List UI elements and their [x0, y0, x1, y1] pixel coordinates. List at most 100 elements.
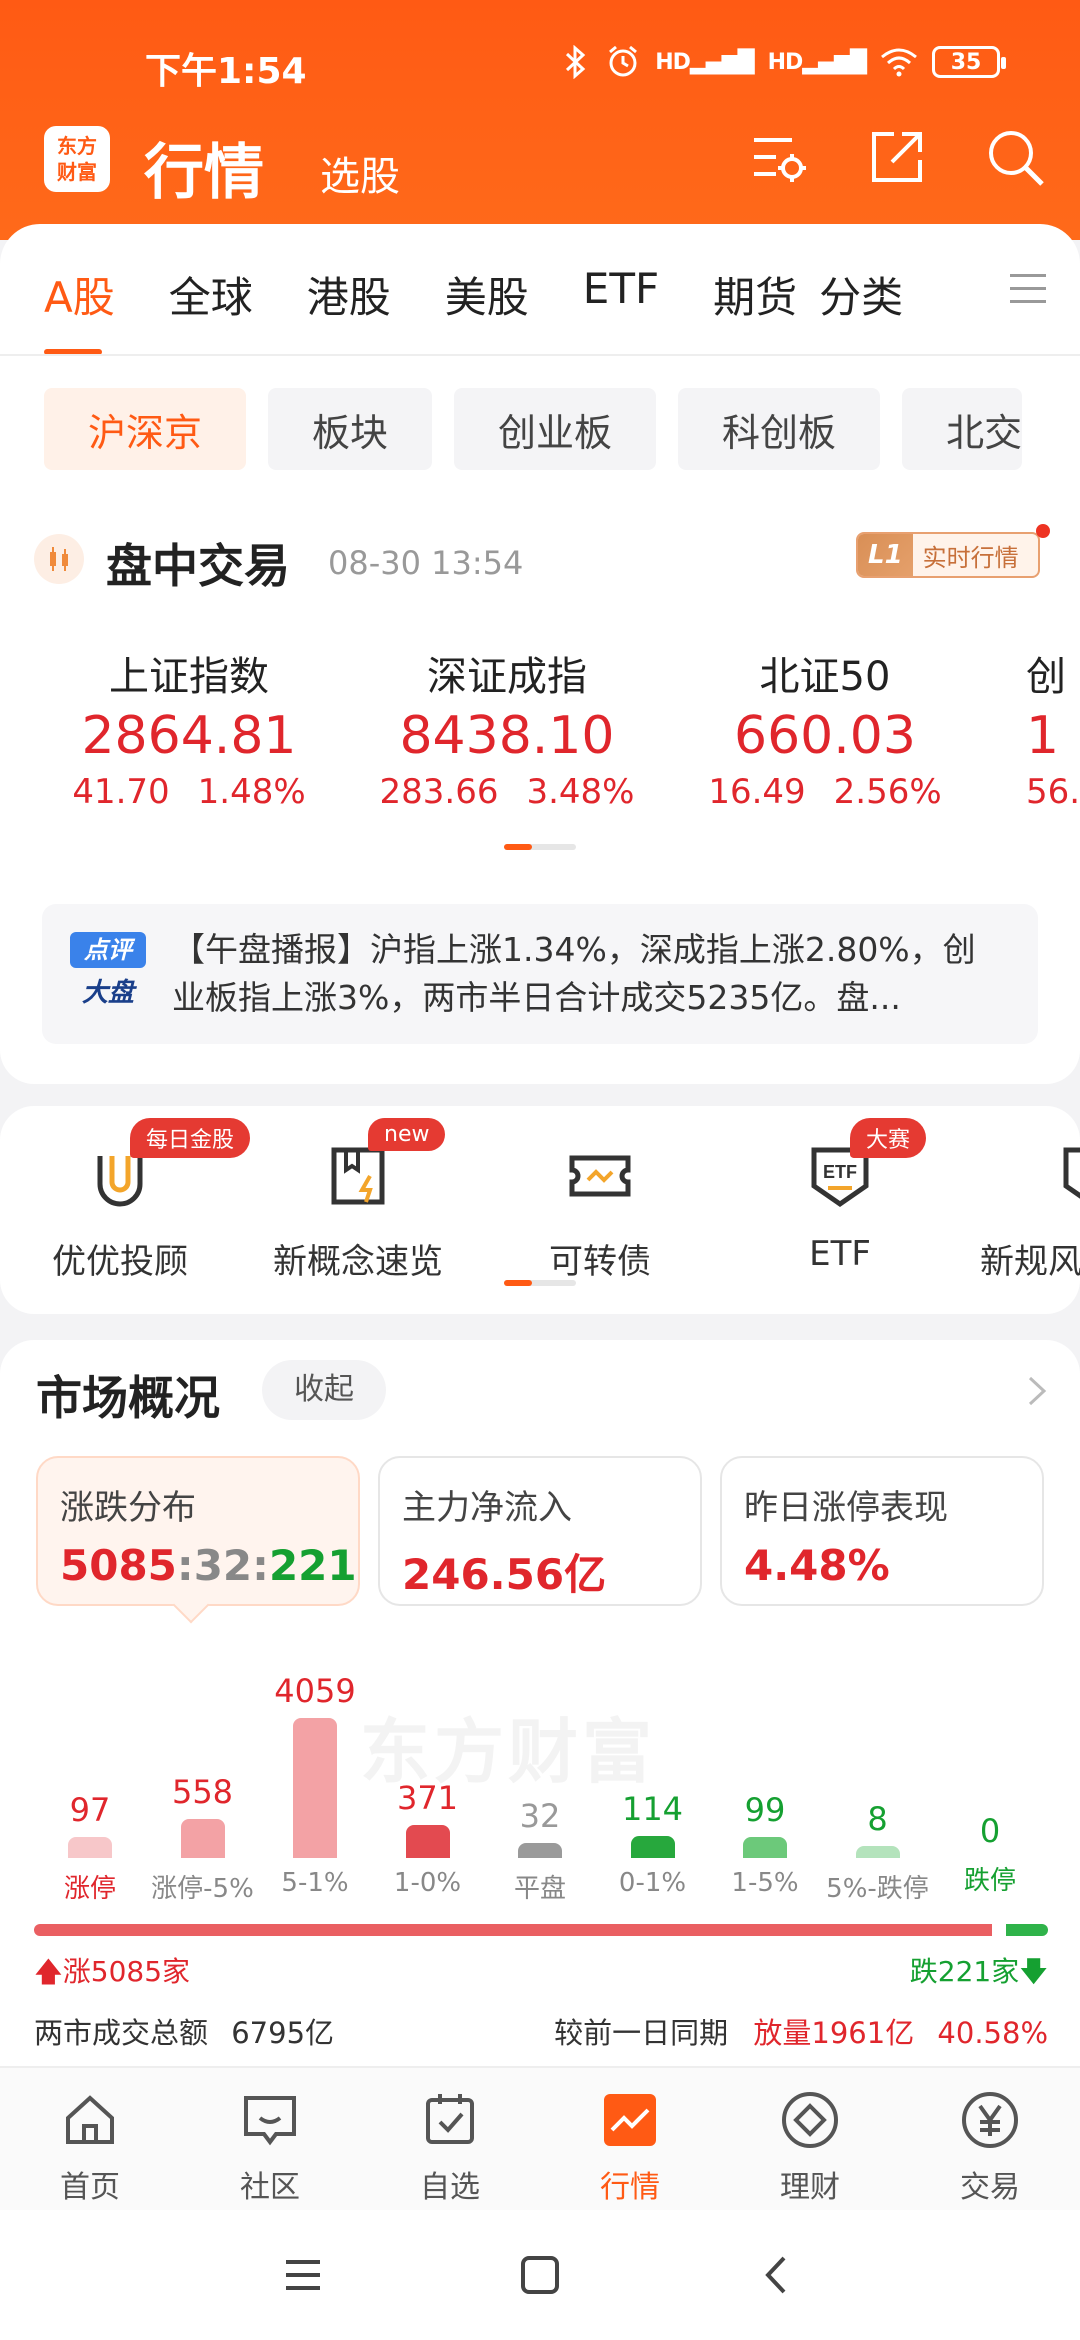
distribution-bar-0: 97 涨停: [34, 1791, 146, 1905]
shortcut-label: 优优投顾: [52, 1242, 188, 1282]
tab-futures[interactable]: 期货: [713, 264, 797, 325]
bar-mark: [180, 1818, 225, 1858]
logo-line2: 财富: [57, 160, 97, 184]
nav-home[interactable]: 首页: [0, 2088, 180, 2206]
search-icon[interactable]: [984, 126, 1046, 188]
svg-text:ETF: ETF: [823, 1162, 857, 1182]
index-name: 北证50: [759, 654, 891, 700]
stat-label: 昨日涨停表现: [744, 1488, 948, 1528]
back-icon[interactable]: [752, 2250, 802, 2300]
stat-value: 5085:32:221: [60, 1541, 357, 1590]
turnover-label: 两市成交总额: [34, 2016, 209, 2050]
index-value: 1: [1026, 706, 1060, 766]
shortcut-label: 新概念速览: [273, 1242, 443, 1282]
stat-main-net-inflow[interactable]: 主力净流入 246.56亿: [378, 1456, 702, 1606]
market-news-banner[interactable]: 点评 大盘 【午盘播报】沪指上涨1.34%，深成指上涨2.80%，创业板指上涨3…: [42, 904, 1038, 1044]
chip-star-market[interactable]: 科创板: [678, 388, 881, 470]
down-total-text: 跌221家: [909, 1955, 1020, 1988]
index-change: 16.49 2.56%: [670, 772, 980, 812]
stat-label: 涨跌分布: [60, 1488, 196, 1528]
nav-trade[interactable]: 交易: [900, 2088, 1080, 2206]
index-card-partial[interactable]: 创 1 56.: [1026, 644, 1080, 812]
up-total-label: 🡅涨5085家: [34, 1950, 190, 1999]
nav-label: 自选: [420, 2170, 480, 2205]
index-card[interactable]: 深证成指 8438.10 283.66 3.48%: [352, 644, 662, 812]
index-change-pct: 2.56%: [833, 772, 942, 812]
compare-group: 较前一日同期 放量1961亿 40.58%: [554, 2010, 1048, 2052]
nav-wealth[interactable]: 理财: [720, 2088, 900, 2206]
menu-icon[interactable]: [278, 2250, 328, 2300]
chip-shenzhen-shanghai-beijing[interactable]: 沪深京: [44, 388, 247, 470]
settings-list-icon[interactable]: [748, 126, 810, 188]
nav-label: 社区: [240, 2170, 300, 2205]
nav-community[interactable]: 社区: [180, 2088, 360, 2206]
index-change-abs: 41.70: [72, 772, 170, 812]
index-change-abs: 56.: [1026, 772, 1080, 812]
market-tabs: A股 全球 港股 美股 ETF 期货 分类: [44, 264, 957, 355]
home-square-icon[interactable]: [515, 2250, 565, 2300]
logo-line1: 东方: [57, 134, 97, 158]
bar-value: 32: [519, 1796, 561, 1835]
stock-picker-tab[interactable]: 选股: [320, 144, 400, 202]
collapse-button[interactable]: 收起: [262, 1360, 386, 1420]
index-change-pct: 3.48%: [526, 772, 635, 812]
realtime-quote-badge[interactable]: L1 实时行情: [856, 532, 1040, 578]
nav-market[interactable]: 行情: [540, 2088, 720, 2206]
tab-global[interactable]: 全球: [169, 264, 253, 325]
index-card[interactable]: 北证50 660.03 16.49 2.56%: [670, 644, 980, 812]
signal-2-icon: HD▂▄▆█: [767, 49, 867, 75]
index-value: 8438.10: [399, 706, 615, 766]
chip-sector[interactable]: 板块: [268, 388, 433, 470]
bar-value: 558: [171, 1772, 234, 1811]
tabs-menu-icon[interactable]: [1010, 274, 1046, 313]
bar-category: 0-1%: [618, 1867, 687, 1898]
app-logo: 东方 财富: [44, 126, 110, 192]
stat-up-down-distribution[interactable]: 涨跌分布 5085:32:221: [36, 1456, 360, 1606]
shortcut-youyou-advisor[interactable]: 每日金股 优优投顾: [10, 1118, 251, 1283]
index-pager: [504, 844, 576, 850]
chip-chinext[interactable]: 创业板: [454, 388, 657, 470]
battery-level: 35: [950, 49, 982, 75]
index-change: 41.70 1.48%: [34, 772, 344, 812]
nav-label: 理财: [780, 2170, 840, 2205]
overview-title: 市场概况: [36, 1371, 220, 1425]
bar-mark: [855, 1846, 900, 1858]
down-count: 221: [268, 1541, 357, 1590]
bar-value: 8: [867, 1800, 888, 1839]
bar-mark: [743, 1836, 787, 1858]
shortcut-convertible-bonds[interactable]: 可转债: [490, 1136, 710, 1283]
index-card[interactable]: 上证指数 2864.81 41.70 1.48%: [34, 644, 344, 812]
shortcut-label: 可转债: [549, 1242, 651, 1282]
compare-value: 放量1961亿: [753, 2016, 915, 2050]
market-trend-icon: [604, 2094, 656, 2146]
shortcut-etf[interactable]: ETF 大赛 ETF: [730, 1118, 950, 1274]
page-title[interactable]: 行情: [144, 124, 264, 211]
intraday-title: 盘中交易: [106, 539, 290, 593]
index-change-abs: 283.66: [379, 772, 499, 812]
nav-watchlist[interactable]: 自选: [360, 2088, 540, 2206]
arrow-down-icon: 🡇: [1019, 1955, 1048, 1988]
separator: :: [176, 1541, 194, 1590]
share-icon[interactable]: [866, 126, 928, 188]
shortcut-label: ETF: [809, 1234, 871, 1274]
tab-hk[interactable]: 港股: [307, 264, 391, 325]
hd-label: HD: [655, 49, 691, 75]
top-actions: [748, 126, 1046, 188]
stat-value: 246.56亿: [402, 1550, 607, 1599]
chevron-right-icon[interactable]: [1026, 1374, 1050, 1408]
shortcut-new-concepts[interactable]: new 新概念速览: [248, 1118, 468, 1283]
status-time: 下午1:54: [145, 51, 307, 92]
stat-yesterday-limit-up[interactable]: 昨日涨停表现 4.48%: [720, 1456, 1044, 1606]
bar-category: 5-1%: [281, 1868, 349, 1898]
intraday-header: 盘中交易 08-30 13:54 L1 实时行情: [30, 524, 1050, 604]
compare-pct: 40.58%: [937, 2016, 1048, 2050]
shortcut-badge: 大赛: [850, 1118, 927, 1158]
shortcut-new-rules-partial[interactable]: 新规风: [980, 1136, 1080, 1283]
tab-us[interactable]: 美股: [445, 264, 529, 325]
news-tag1: 点评: [70, 932, 146, 968]
tab-a-share[interactable]: A股: [44, 264, 115, 355]
tab-categories[interactable]: 分类: [819, 264, 903, 325]
chip-bse[interactable]: 北交所: [902, 388, 1023, 470]
tab-etf[interactable]: ETF: [583, 264, 659, 325]
market-review-icon: 点评 大盘: [70, 932, 146, 1008]
